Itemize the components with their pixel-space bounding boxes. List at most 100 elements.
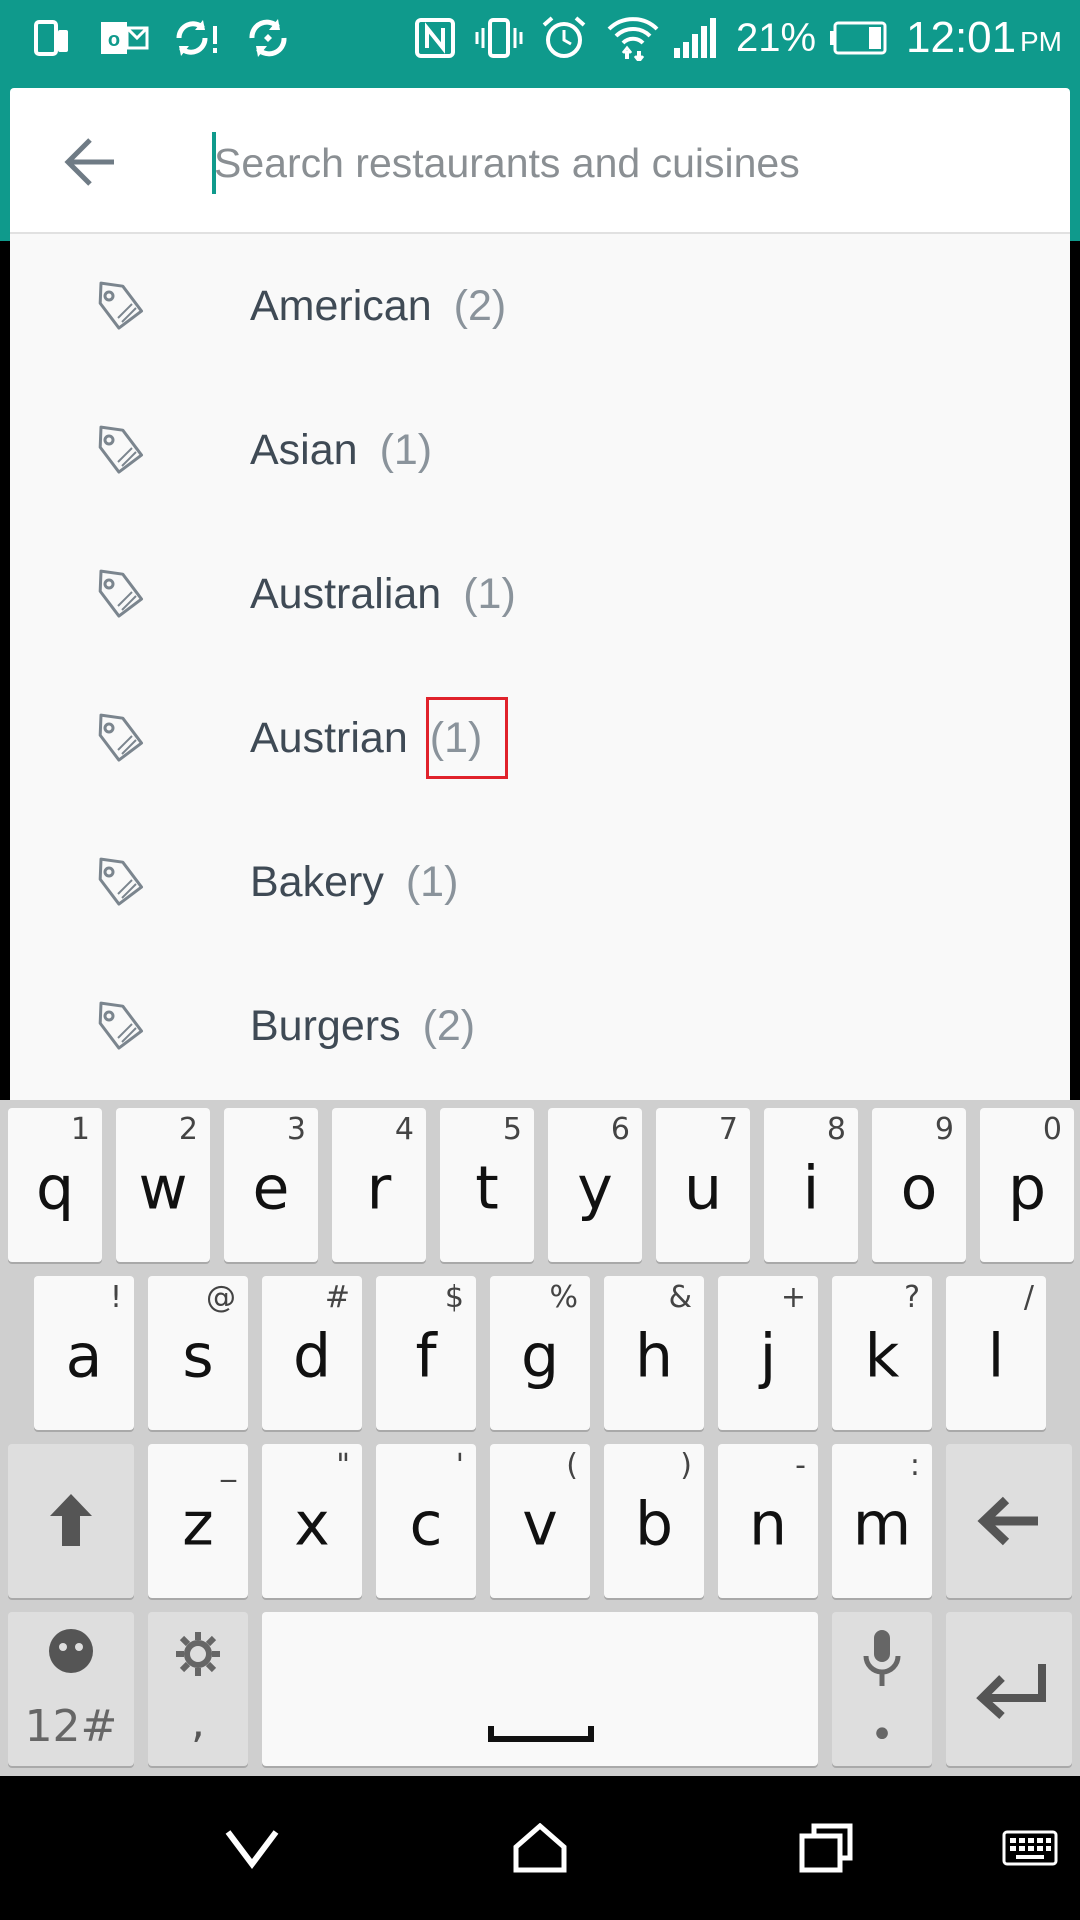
keyboard-switch-button[interactable] (980, 1802, 1080, 1894)
key-t[interactable]: 5t (440, 1108, 534, 1262)
cuisine-count: (1) (379, 426, 433, 474)
keyboard-icon (1002, 1830, 1058, 1866)
emoji-symbols-key[interactable]: 12# (8, 1612, 134, 1766)
key-v[interactable]: (v (490, 1444, 590, 1598)
outlook-icon: o (96, 14, 152, 62)
key-label: m (852, 1489, 912, 1560)
key-secondary-label: _ (221, 1448, 236, 1483)
key-y[interactable]: 6y (548, 1108, 642, 1262)
wifi-icon (604, 14, 662, 62)
key-d[interactable]: # d (262, 1276, 362, 1430)
shift-key[interactable] (8, 1444, 134, 1598)
key-label: i (802, 1153, 820, 1224)
spacebar-icon (488, 1726, 594, 1742)
key-e[interactable]: 3e (224, 1108, 318, 1262)
key-label: v (522, 1489, 558, 1560)
key-secondary-label: 3 (286, 1112, 306, 1147)
key-secondary-label: 2 (178, 1112, 198, 1147)
tag-icon (98, 281, 144, 330)
tag-icon (98, 569, 144, 618)
key-m[interactable]: :m (832, 1444, 932, 1598)
key-secondary-label: 8 (826, 1112, 846, 1147)
period-dot: • (870, 1712, 894, 1758)
key-z[interactable]: _ z (148, 1444, 248, 1598)
cuisine-list: American (2) Asian (1) Australian (1) Austr… (10, 234, 1070, 1100)
nfc-icon (410, 14, 460, 62)
arrow-left-icon (64, 138, 114, 186)
shift-arrow-icon (50, 1494, 92, 1546)
alarm-icon (538, 14, 590, 62)
cuisine-name: Bakery (250, 858, 384, 906)
key-f[interactable]: $ f (376, 1276, 476, 1430)
key-secondary-label: / (1023, 1280, 1034, 1315)
recent-apps-button[interactable] (776, 1802, 876, 1894)
tag-icon (98, 1001, 144, 1050)
back-button[interactable] (50, 126, 130, 198)
key-label: p (1007, 1153, 1047, 1224)
key-c[interactable]: ' c (376, 1444, 476, 1598)
key-g[interactable]: % g (490, 1276, 590, 1430)
key-l[interactable]: / l (946, 1276, 1046, 1430)
list-item[interactable]: American (2) (10, 234, 1070, 378)
signal-icon (670, 14, 720, 62)
key-label: f (415, 1321, 437, 1392)
list-item[interactable]: Bakery (1) (10, 810, 1070, 954)
key-a[interactable]: ! a (34, 1276, 134, 1430)
navigation-bar (0, 1776, 1080, 1920)
key-j[interactable]: + j (718, 1276, 818, 1430)
key-k[interactable]: ? k (832, 1276, 932, 1430)
key-label: q (35, 1153, 75, 1224)
clock-ampm: PM (1020, 26, 1062, 57)
key-secondary-label: 1 (70, 1112, 90, 1147)
key-o[interactable]: 9o (872, 1108, 966, 1262)
key-label: w (138, 1153, 188, 1224)
recent-apps-icon (799, 1823, 853, 1873)
list-item[interactable]: Austrian (1) (10, 666, 1070, 810)
emoji-icon (49, 1629, 93, 1673)
phone-layout-icon (28, 14, 76, 62)
key-secondary-label: 5 (502, 1112, 522, 1147)
key-q[interactable]: 1q (8, 1108, 102, 1262)
key-p[interactable]: 0p (980, 1108, 1074, 1262)
search-input[interactable] (202, 128, 1042, 198)
key-x[interactable]: " x (262, 1444, 362, 1598)
key-b[interactable]: ) b (604, 1444, 704, 1598)
list-item[interactable]: Asian (1) (10, 378, 1070, 522)
settings-comma-key[interactable]: , (148, 1612, 248, 1766)
key-label: x (294, 1489, 330, 1560)
cuisine-count: (1) (429, 714, 483, 762)
enter-key[interactable] (946, 1612, 1072, 1766)
key-i[interactable]: 8i (764, 1108, 858, 1262)
key-secondary-label: " (336, 1448, 350, 1483)
svg-text:o: o (108, 29, 120, 51)
key-secondary-label: # (324, 1280, 350, 1315)
key-label: l (987, 1321, 1005, 1392)
key-label: n (748, 1489, 788, 1560)
voice-input-key[interactable]: • (832, 1612, 932, 1766)
key-secondary-label: & (668, 1280, 692, 1315)
key-label: s (182, 1321, 214, 1392)
key-label: j (759, 1321, 777, 1392)
key-h[interactable]: & h (604, 1276, 704, 1430)
key-label: d (292, 1321, 332, 1392)
key-w[interactable]: 2w (116, 1108, 210, 1262)
key-label: o (900, 1153, 938, 1224)
backspace-key[interactable] (946, 1444, 1072, 1598)
key-label: u (683, 1153, 723, 1224)
list-item[interactable]: Burgers (2) (10, 954, 1070, 1098)
list-item[interactable]: Australian (1) (10, 522, 1070, 666)
battery-icon (828, 14, 890, 62)
key-n[interactable]: -n (718, 1444, 818, 1598)
key-secondary-label: @ (206, 1280, 236, 1315)
space-key[interactable] (262, 1612, 818, 1766)
key-s[interactable]: @ s (148, 1276, 248, 1430)
key-label: a (65, 1321, 103, 1392)
key-u[interactable]: 7u (656, 1108, 750, 1262)
home-icon (513, 1823, 567, 1873)
tag-icon (98, 857, 144, 906)
key-r[interactable]: 4r (332, 1108, 426, 1262)
key-secondary-label: ( (566, 1448, 578, 1483)
hide-keyboard-button[interactable] (202, 1802, 302, 1894)
backspace-icon (977, 1496, 1038, 1546)
home-button[interactable] (490, 1802, 590, 1894)
